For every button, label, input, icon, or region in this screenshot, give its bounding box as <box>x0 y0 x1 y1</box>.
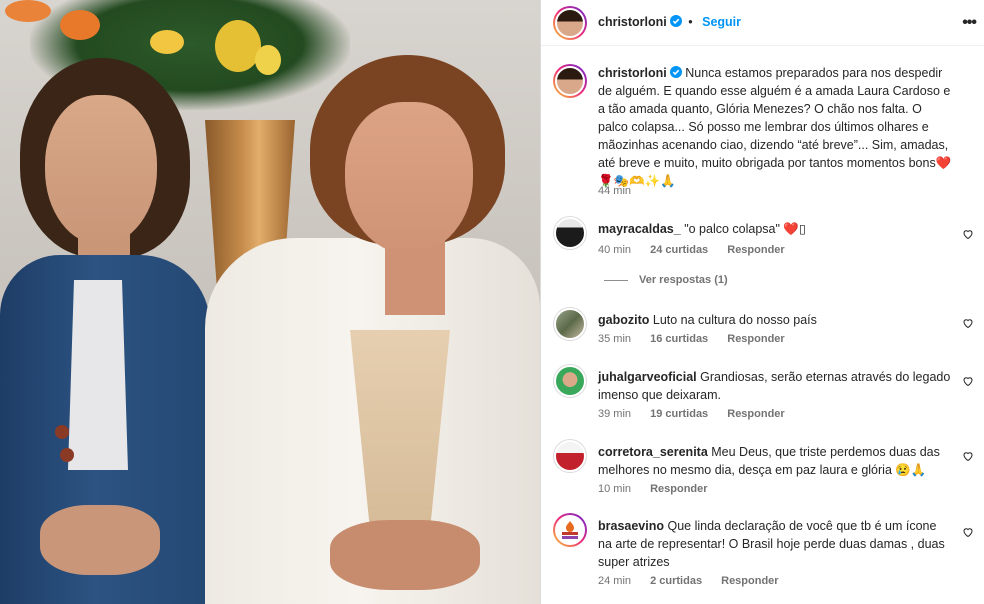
verified-icon <box>669 66 682 78</box>
yellow-flower <box>255 45 281 75</box>
comment-text: juhalgarveoficial Grandiosas, serão eter… <box>598 368 953 404</box>
reply-button[interactable]: Responder <box>721 575 778 587</box>
comment-time[interactable]: 10 min <box>598 483 631 495</box>
reply-button[interactable]: Responder <box>727 408 784 420</box>
caption-username[interactable]: christorloni <box>598 66 667 80</box>
avatar[interactable] <box>553 216 587 250</box>
comment-text: mayracaldas_ "o palco colapsa" ❤️▯ <box>598 220 953 238</box>
cardigan-button <box>55 425 69 439</box>
comment-text: brasaevino Que linda declaração de você … <box>598 517 953 571</box>
verified-icon <box>669 15 682 27</box>
follow-button[interactable]: Seguir <box>702 15 741 29</box>
comment-meta: 35 min 16 curtidas Responder <box>598 333 801 345</box>
like-heart-icon[interactable] <box>962 317 974 329</box>
like-heart-icon[interactable] <box>962 526 974 538</box>
caption-body: Nunca estamos preparados para nos desped… <box>598 66 952 188</box>
comment-meta: 40 min 24 curtidas Responder <box>598 244 801 256</box>
comment-text: gabozito Luto na cultura do nosso país <box>598 311 953 329</box>
left-person-hands <box>40 505 160 575</box>
header-user: christorloni • Seguir <box>598 15 741 29</box>
reply-button[interactable]: Responder <box>650 483 707 495</box>
right-person-face <box>345 102 473 254</box>
reply-button[interactable]: Responder <box>727 244 784 256</box>
avatar[interactable] <box>553 513 587 547</box>
post-photo[interactable] <box>0 0 540 604</box>
comment-meta: 10 min Responder <box>598 483 724 495</box>
right-person-hands <box>330 520 480 590</box>
comment-username[interactable]: corretora_serenita <box>598 445 708 459</box>
comment-likes[interactable]: 16 curtidas <box>650 333 708 345</box>
more-options-icon[interactable]: ••• <box>962 14 977 32</box>
separator-dot: • <box>688 15 693 29</box>
avatar[interactable] <box>553 307 587 341</box>
post-header: christorloni • Seguir ••• <box>541 0 984 46</box>
comment-meta: 24 min 2 curtidas Responder <box>598 575 795 587</box>
comment-username[interactable]: brasaevino <box>598 519 664 533</box>
comment-username[interactable]: juhalgarveoficial <box>598 370 697 384</box>
post-side-panel: christorloni • Seguir ••• christorloni N… <box>540 0 984 604</box>
comment-time[interactable]: 24 min <box>598 575 631 587</box>
brand-logo-icon <box>562 521 578 539</box>
avatar[interactable] <box>553 439 587 473</box>
reply-button[interactable]: Responder <box>727 333 784 345</box>
caption-text: christorloni Nunca estamos preparados pa… <box>598 64 953 190</box>
orange-flower <box>60 10 100 40</box>
left-person-shirt <box>68 280 128 470</box>
yellow-flower <box>215 20 261 72</box>
orange-flower <box>5 0 51 22</box>
yellow-flower <box>150 30 184 54</box>
like-heart-icon[interactable] <box>962 375 974 387</box>
comment-username[interactable]: gabozito <box>598 313 649 327</box>
like-heart-icon[interactable] <box>962 228 974 240</box>
comment-time[interactable]: 39 min <box>598 408 631 420</box>
avatar[interactable] <box>553 6 587 40</box>
comment-body: Luto na cultura do nosso país <box>652 313 817 327</box>
comment-text: corretora_serenita Meu Deus, que triste … <box>598 443 953 479</box>
comment-time[interactable]: 35 min <box>598 333 631 345</box>
post-username[interactable]: christorloni <box>598 15 667 29</box>
view-replies-button[interactable]: Ver respostas (1) <box>639 274 728 286</box>
comment-time[interactable]: 40 min <box>598 244 631 256</box>
replies-line <box>604 280 628 281</box>
caption-meta: 44 min <box>598 185 647 197</box>
cardigan-button <box>60 448 74 462</box>
comment-body: "o palco colapsa" ❤️▯ <box>684 222 806 236</box>
comment-username[interactable]: mayracaldas_ <box>598 222 681 236</box>
caption-time[interactable]: 44 min <box>598 185 631 197</box>
left-person-face <box>45 95 157 245</box>
comment-likes[interactable]: 19 curtidas <box>650 408 708 420</box>
avatar[interactable] <box>553 364 587 398</box>
comment-likes[interactable]: 24 curtidas <box>650 244 708 256</box>
like-heart-icon[interactable] <box>962 450 974 462</box>
avatar[interactable] <box>553 64 587 98</box>
comment-likes[interactable]: 2 curtidas <box>650 575 702 587</box>
comment-meta: 39 min 19 curtidas Responder <box>598 408 801 420</box>
